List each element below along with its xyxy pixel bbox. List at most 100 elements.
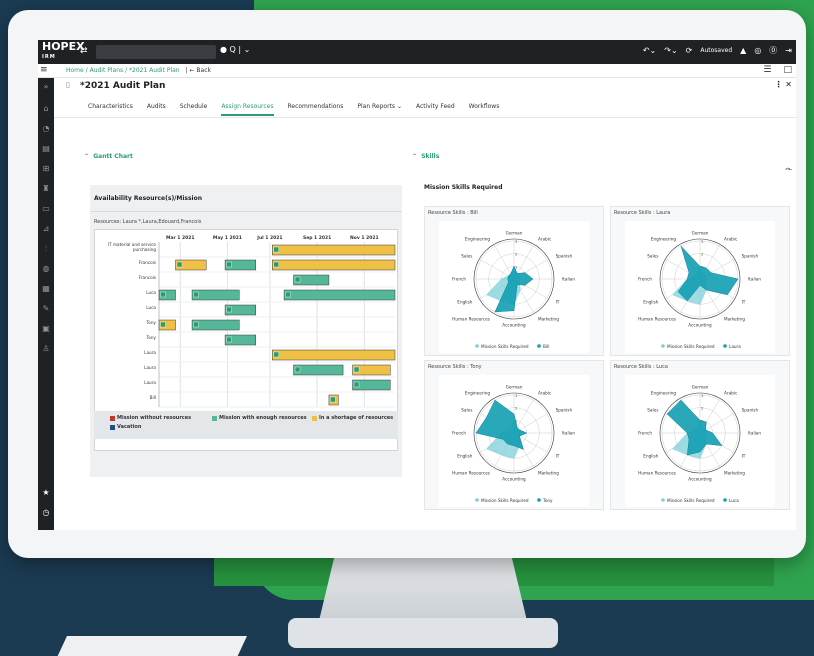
report-icon[interactable]: ▤	[41, 144, 51, 154]
radar-svg: German Arabic Spanish Italian IT Marketing Acc…	[638, 385, 761, 504]
gantt-row-label: Tony	[145, 335, 156, 340]
swap-icon[interactable]: ⇄	[80, 46, 88, 56]
gantt-row-label: Luca	[146, 305, 156, 310]
gantt-bar-icon	[273, 261, 279, 268]
search-input[interactable]	[96, 45, 216, 59]
radar-axis-label: Human Resources	[638, 316, 676, 321]
legend-resource-label: Luca	[729, 498, 739, 503]
analytics-icon[interactable]: ⫶	[41, 244, 51, 254]
edit-icon[interactable]: ✎	[41, 304, 51, 314]
hierarchy-icon[interactable]: ⊿	[41, 224, 51, 234]
radar-axis-label: French	[638, 431, 652, 436]
radar-axis-label: German	[506, 385, 523, 390]
autosave-label: Autosaved	[700, 47, 733, 54]
refresh-icon[interactable]: ⟳	[686, 46, 693, 55]
tab-assign-resources[interactable]: Assign Resources	[221, 103, 274, 116]
tab-activity-feed[interactable]: Activity Feed	[416, 103, 455, 110]
undo-icon[interactable]: ↶⌄	[643, 46, 656, 55]
gantt-bar-icon	[353, 381, 360, 388]
menu-icon[interactable]: ≡	[40, 66, 50, 75]
gantt-bar-icon	[176, 261, 183, 268]
list-view-icon[interactable]: ☰	[763, 65, 771, 75]
radar-axis-label: Spanish	[742, 254, 759, 259]
tab-schedule[interactable]: Schedule	[180, 103, 208, 110]
redo-icon[interactable]: ↷⌄	[664, 46, 677, 55]
dashboard-icon[interactable]: ◔	[41, 124, 51, 134]
skills-section-header[interactable]: ⌃ Skills	[412, 153, 439, 160]
radar-axis-label: Human Resources	[452, 316, 490, 321]
legend-without: Mission without resources	[110, 415, 191, 421]
radar-axis-label: Accounting	[688, 477, 712, 482]
tab-recommendations[interactable]: Recommendations	[288, 103, 344, 110]
sidebar: » ⌂ ◔ ▤ ⊞ ♜ ▭ ⊿ ⫶ ◍ ▦ ✎ ▣ ♙ ★ ◷	[38, 78, 54, 530]
radar-axis-label: French	[452, 277, 466, 282]
legend-resource-marker	[723, 498, 727, 502]
legend-enough: Mission with enough resources	[212, 415, 307, 421]
document-icon: ▯	[66, 81, 70, 89]
radar-svg: German Arabic Spanish Italian IT Marketing Acc…	[452, 385, 575, 504]
radar-axis-label: German	[692, 385, 709, 390]
radar-axis-label: Engineering	[651, 237, 676, 242]
radar-axis-label: Accounting	[688, 323, 712, 328]
gantt-resources-label: Resources: Laura *,Laura,Edouard,Francoi…	[94, 219, 202, 225]
radar-card: Resource Skills : Luca German Arabic Spanis…	[610, 360, 790, 510]
top-bar: HOPEX IRM ⇄ ● Q | ⌄ ↶⌄ ↷⌄ ⟳ Autosaved ▲ ◎…	[38, 40, 796, 64]
tab-audits[interactable]: Audits	[147, 103, 166, 110]
radar-axis-label: Italian	[748, 431, 761, 436]
radar-axis-label: English	[457, 454, 472, 459]
home-icon[interactable]: ⌂	[41, 104, 51, 114]
tab-workflows[interactable]: Workflows	[469, 103, 500, 110]
gantt-bar-icon	[193, 291, 199, 298]
breadcrumb-home[interactable]: Home	[66, 67, 84, 74]
logout-icon[interactable]: ⇥	[785, 46, 792, 55]
radar-axis-label: Arabic	[538, 237, 552, 242]
back-button[interactable]: | ← Back	[186, 67, 211, 74]
star-icon[interactable]: ★	[41, 488, 51, 498]
calendar-icon[interactable]: ▣	[41, 324, 51, 334]
tab-plan-reports[interactable]: Plan Reports ⌄	[357, 103, 402, 110]
app-screen: HOPEX IRM ⇄ ● Q | ⌄ ↶⌄ ↷⌄ ⟳ Autosaved ▲ ◎…	[38, 40, 796, 530]
radar-axis-label: Sales	[461, 408, 472, 413]
people-icon[interactable]: ♙	[41, 344, 51, 354]
search-icon[interactable]: ● Q | ⌄	[220, 45, 250, 54]
page-title: *2021 Audit Plan	[80, 81, 166, 91]
network-icon[interactable]: ⊞	[41, 164, 51, 174]
help-icon[interactable]: ⓪	[769, 45, 777, 56]
history-icon[interactable]: ◷	[41, 508, 51, 518]
legend-required-label: Mission Skills Required	[667, 344, 715, 349]
radar-axis-label: Spanish	[742, 408, 759, 413]
radar-axis-label: Spanish	[556, 254, 573, 259]
bell-icon[interactable]: ▲	[740, 46, 746, 55]
expand-icon[interactable]: »	[41, 82, 51, 92]
globe-icon[interactable]: ◍	[41, 264, 51, 274]
radar-chart: German Arabic Spanish Italian IT Marketing Acc…	[439, 221, 589, 353]
close-icon[interactable]: ⋮ ✕	[775, 80, 793, 89]
gantt-row-label: Laura	[144, 350, 156, 355]
legend-required-marker	[475, 498, 479, 502]
radar-axis-label: Engineering	[651, 391, 676, 396]
user-icon[interactable]: ◎	[754, 46, 761, 55]
legend-required-marker	[475, 344, 479, 348]
gantt-title: Availability Resource(s)/Mission	[94, 195, 202, 202]
radar-axis-label: Accounting	[502, 477, 526, 482]
gantt-bar	[272, 349, 396, 361]
gantt-bar-icon	[273, 351, 279, 358]
gantt-row-label: Laura	[144, 365, 156, 370]
tab-bar: Characteristics Audits Schedule Assign R…	[54, 96, 796, 118]
grid-icon[interactable]: ▦	[41, 284, 51, 294]
legend-resource-label: Tony	[542, 498, 553, 503]
breadcrumb-audit-plans[interactable]: Audit Plans	[90, 67, 124, 74]
gantt-row-label: Luca	[146, 290, 156, 295]
radar-axis-label: IT	[556, 300, 560, 305]
document-icon[interactable]: ▭	[41, 204, 51, 214]
audit-icon[interactable]: ♜	[41, 184, 51, 194]
radar-axis-label: Italian	[562, 277, 575, 282]
radar-svg: German Arabic Spanish Italian IT Marketing Acc…	[638, 231, 761, 350]
tab-characteristics[interactable]: Characteristics	[88, 103, 133, 110]
comment-icon[interactable]: □	[783, 65, 792, 75]
radar-axis-label: IT	[556, 454, 560, 459]
radar-axis-label: Arabic	[538, 391, 552, 396]
gantt-section-header[interactable]: ⌃ Gantt Chart	[84, 153, 133, 160]
gantt-row-label: Bill	[150, 395, 156, 400]
radar-axis-label: English	[643, 454, 658, 459]
